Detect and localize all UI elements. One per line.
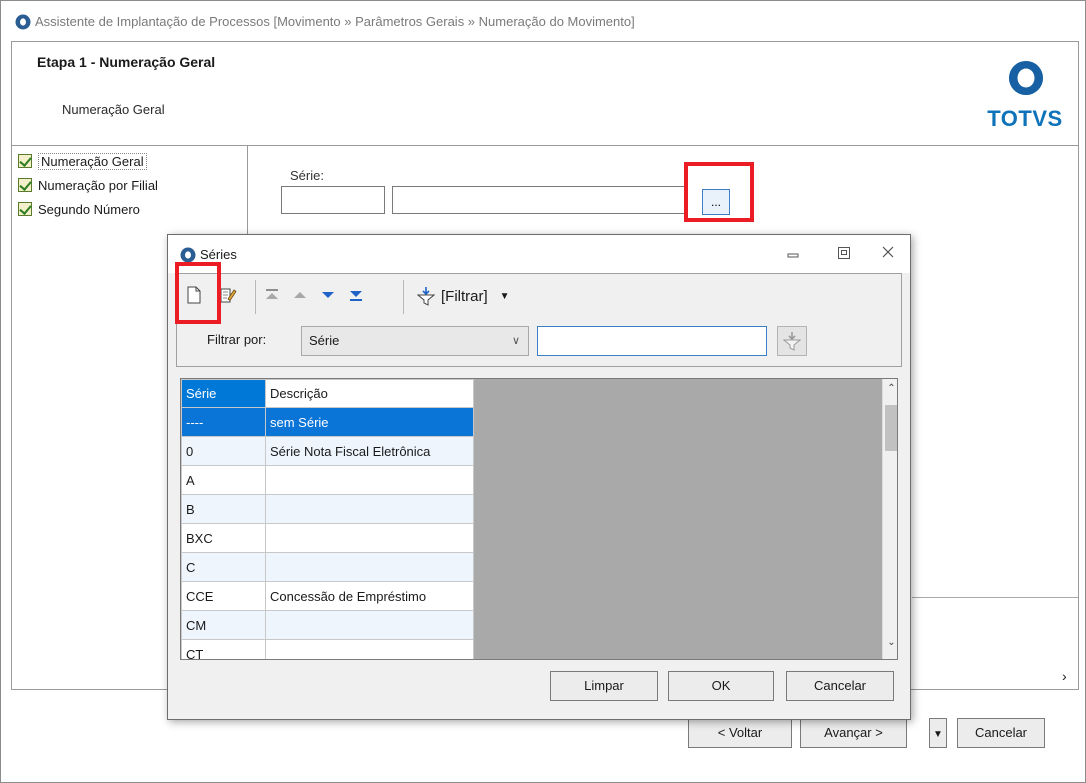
cell-serie: CM <box>181 610 266 640</box>
scroll-thumb[interactable] <box>885 405 897 451</box>
dialog-title-bar: Séries <box>168 235 910 273</box>
cell-descricao <box>265 523 474 553</box>
app-logo-icon <box>15 14 31 30</box>
scroll-right-icon[interactable]: › <box>1062 668 1067 684</box>
window-title: Assistente de Implantação de Processos [… <box>35 14 635 29</box>
previous-record-button[interactable] <box>289 284 311 306</box>
move-down-icon <box>322 292 334 298</box>
app-logo-icon <box>180 247 196 263</box>
close-icon[interactable] <box>880 244 896 260</box>
table-row[interactable]: A <box>181 465 474 495</box>
tree-item-label: Numeração por Filial <box>38 177 158 193</box>
apply-filter-button[interactable] <box>777 326 807 356</box>
scroll-up-icon[interactable]: ⌃ <box>883 383 897 394</box>
filter-icon <box>417 287 435 306</box>
cell-serie: BXC <box>181 523 266 553</box>
checkmark-icon <box>18 202 32 216</box>
chevron-down-icon: ∨ <box>511 335 520 347</box>
title-bar: Assistente de Implantação de Processos [… <box>1 1 1085 41</box>
cell-descricao <box>265 639 474 659</box>
ok-button[interactable]: OK <box>668 671 774 701</box>
content-panel <box>912 597 1078 687</box>
step-subtitle: Numeração Geral <box>62 102 165 117</box>
serie-label: Série: <box>290 168 324 183</box>
back-button[interactable]: < Voltar <box>688 718 792 748</box>
maximize-icon[interactable] <box>836 245 852 261</box>
checkmark-icon <box>18 154 32 168</box>
next-button[interactable]: Avançar > <box>800 718 907 748</box>
cell-serie: C <box>181 552 266 582</box>
tree-item-segundo-numero[interactable]: Segundo Número <box>18 198 140 220</box>
series-grid: Série Descrição ---- sem Série 0 Série N… <box>180 378 898 660</box>
filter-value-input[interactable] <box>537 326 767 356</box>
caret-down-icon: ▼ <box>499 290 510 302</box>
cell-descricao <box>265 465 474 495</box>
lookup-highlight-box <box>684 162 754 222</box>
table-row[interactable]: 0 Série Nota Fiscal Eletrônica <box>181 436 474 466</box>
serie-code-input[interactable] <box>281 186 385 214</box>
totvs-logo-icon <box>1009 61 1043 95</box>
totvs-logo: TOTVS <box>980 58 1070 134</box>
cell-descricao <box>265 552 474 582</box>
move-up-icon <box>294 292 306 298</box>
cell-serie: A <box>181 465 266 495</box>
filter-icon <box>783 332 801 351</box>
first-record-button[interactable] <box>261 284 283 306</box>
table-row[interactable]: C <box>181 552 474 582</box>
cell-serie: ---- <box>181 407 266 437</box>
filter-menu-button[interactable]: [Filtrar] ▼ <box>417 286 510 306</box>
cell-descricao: sem Série <box>265 407 474 437</box>
tree-item-numeracao-filial[interactable]: Numeração por Filial <box>18 174 158 196</box>
table-row[interactable]: B <box>181 494 474 524</box>
table-row[interactable]: CT <box>181 639 474 659</box>
next-record-button[interactable] <box>317 284 339 306</box>
tree-item-numeracao-geral[interactable]: Numeração Geral <box>18 150 147 172</box>
totvs-logo-text: TOTVS <box>987 106 1063 131</box>
cell-serie: CCE <box>181 581 266 611</box>
cell-serie: B <box>181 494 266 524</box>
filter-field-value: Série <box>309 333 340 348</box>
move-last-icon <box>350 291 362 301</box>
cell-descricao: Concessão de Empréstimo <box>265 581 474 611</box>
cell-serie: CT <box>181 639 266 659</box>
last-record-button[interactable] <box>345 284 367 306</box>
cell-descricao <box>265 610 474 640</box>
move-first-icon <box>266 289 278 299</box>
filter-field-select[interactable]: Série ∨ <box>301 326 529 356</box>
dialog-toolbar-panel: [Filtrar] ▼ Filtrar por: Série ∨ <box>176 273 902 367</box>
new-button-highlight-box <box>175 262 221 324</box>
wizard-cancel-button[interactable]: Cancelar <box>957 718 1045 748</box>
column-header-descricao[interactable]: Descrição <box>265 379 474 408</box>
wizard-header: Etapa 1 - Numeração Geral Numeração Gera… <box>11 41 1079 145</box>
cell-descricao <box>265 494 474 524</box>
vertical-scrollbar[interactable]: ⌃ ⌄ <box>882 379 897 659</box>
toolbar-separator <box>403 280 404 314</box>
serie-description-input[interactable] <box>392 186 688 214</box>
table-row[interactable]: BXC <box>181 523 474 553</box>
table-row[interactable]: ---- sem Série <box>181 407 474 437</box>
options-dropdown-button[interactable]: ▼ <box>929 718 947 748</box>
checkmark-icon <box>18 178 32 192</box>
clear-button[interactable]: Limpar <box>550 671 658 701</box>
table-row[interactable]: CCE Concessão de Empréstimo <box>181 581 474 611</box>
scroll-down-icon[interactable]: ⌄ <box>883 637 897 648</box>
filter-menu-label: [Filtrar] <box>441 287 488 305</box>
tree-item-label: Numeração Geral <box>38 152 147 170</box>
minimize-icon[interactable] <box>785 245 801 261</box>
toolbar-separator <box>255 280 256 314</box>
series-dialog: Séries [Filtrar] ▼ Filtrar por: Série ∨ … <box>167 234 911 720</box>
cell-descricao: Série Nota Fiscal Eletrônica <box>265 436 474 466</box>
dialog-title: Séries <box>200 247 237 262</box>
tree-item-label: Segundo Número <box>38 201 140 217</box>
caret-down-icon: ▼ <box>933 729 943 740</box>
dialog-cancel-button[interactable]: Cancelar <box>786 671 894 701</box>
cell-serie: 0 <box>181 436 266 466</box>
table-row[interactable]: CM <box>181 610 474 640</box>
step-title: Etapa 1 - Numeração Geral <box>37 54 216 70</box>
column-header-serie[interactable]: Série <box>181 379 266 408</box>
table-header-row: Série Descrição <box>181 379 474 408</box>
filter-by-label: Filtrar por: <box>207 332 267 347</box>
edit-document-icon <box>220 288 237 303</box>
series-table: Série Descrição ---- sem Série 0 Série N… <box>181 379 474 659</box>
